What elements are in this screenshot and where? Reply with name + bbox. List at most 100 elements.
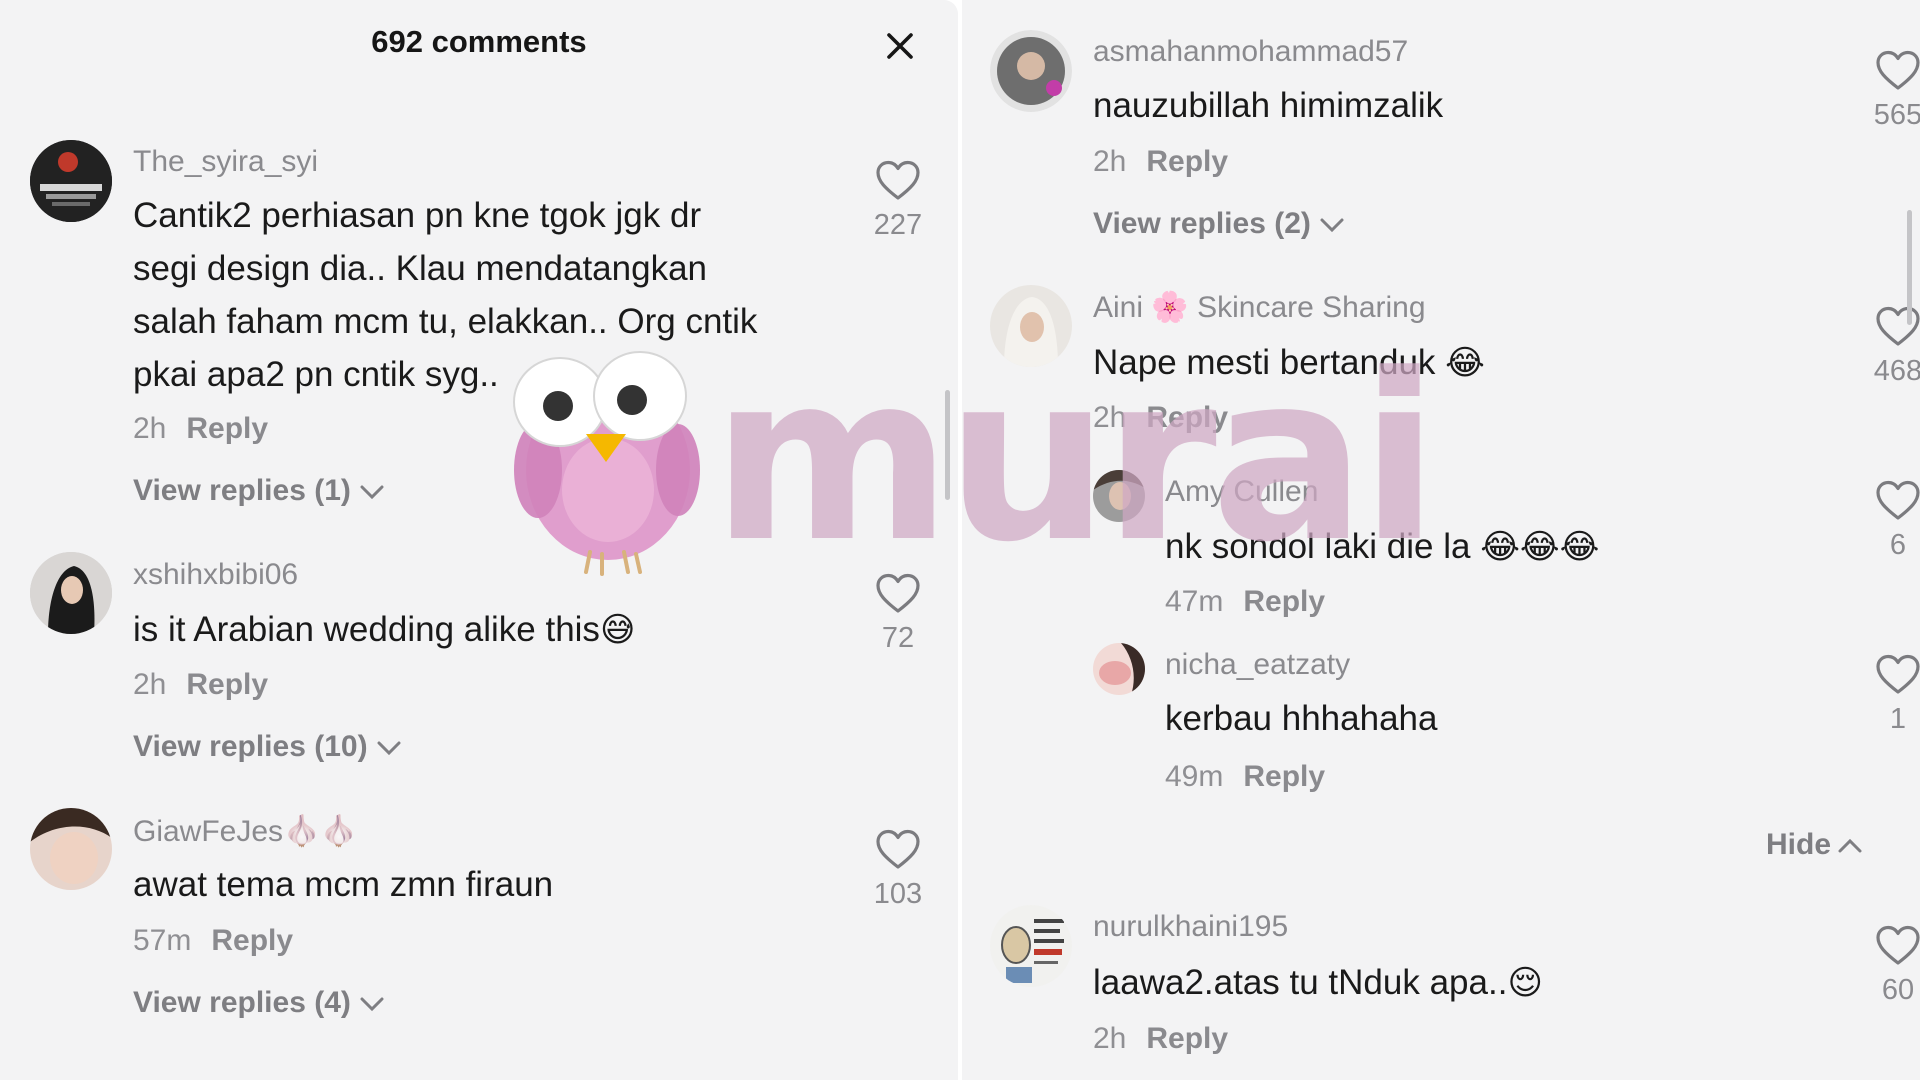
comment-meta: 2h Reply [133,668,268,702]
comment-text-line: Cantik2 perhiasan pn kne tgok jgk dr [133,196,702,235]
view-replies-button[interactable]: View replies (4) [133,986,385,1020]
view-replies-label: View replies (1) [133,474,351,507]
like-button[interactable]: 6 [1858,480,1920,562]
reply-meta: 49m Reply [1165,760,1325,794]
view-replies-button[interactable]: View replies (10) [133,730,402,764]
emoji: 😂😂😂 [1480,528,1600,566]
avatar[interactable] [1093,643,1145,695]
view-replies-button[interactable]: View replies (1) [133,474,385,508]
close-icon [887,33,913,59]
heart-icon [1876,306,1920,346]
comment-username[interactable]: nurulkhaini195 [1093,910,1288,944]
chevron-down-icon [360,997,384,1012]
avatar[interactable] [30,808,112,890]
like-button[interactable]: 565 [1858,50,1920,132]
comments-panel-right: asmahanmohammad57 nauzubillah himimzalik… [962,0,1920,1080]
comment-username[interactable]: xshihxbibi06 [133,558,298,592]
like-button[interactable]: 1 [1858,654,1920,736]
reply-button[interactable]: Reply [186,412,268,445]
like-count: 72 [881,622,915,654]
comment-meta: 2h Reply [1093,401,1228,435]
comments-panel-left: 692 comments The_syira_syi Cantik2 perhi… [0,0,958,1080]
hide-replies-button[interactable]: Hide [1766,828,1863,862]
comments-count-title: 692 comments [371,24,587,59]
comment-username[interactable]: asmahanmohammad57 [1093,35,1408,69]
comment-username[interactable]: Aini 🌸 Skincare Sharing [1093,290,1426,325]
heart-icon [1876,654,1920,694]
like-count: 227 [873,209,923,241]
chevron-up-icon [1838,838,1862,853]
like-count: 565 [1873,99,1920,131]
avatar[interactable] [1093,470,1145,522]
comment-text-line: laawa2.atas tu tNduk apa.. [1093,963,1508,1002]
comment-text: nauzubillah himimzalik [1093,86,1444,125]
chevron-down-icon [1320,218,1344,233]
avatar[interactable] [30,140,112,222]
comment-time: 2h [133,668,167,701]
emoji: 🌸 [1151,291,1189,324]
reply-username[interactable]: Amy Cullen [1165,475,1318,509]
heart-icon [1876,925,1920,965]
comment-text-line: pkai apa2 pn cntik syg.. [133,355,499,394]
reply-button[interactable]: Reply [1146,1022,1228,1055]
heart-icon [1876,480,1920,520]
view-replies-label: View replies (2) [1093,207,1311,240]
comment-username[interactable]: The_syira_syi [133,145,318,179]
comment-time: 57m [133,924,192,957]
like-button[interactable]: 72 [858,573,938,655]
avatar[interactable] [990,285,1072,367]
comment-time: 2h [1093,1022,1127,1055]
reply-button[interactable]: Reply [1146,145,1228,178]
comment-time: 2h [1093,145,1127,178]
hide-label: Hide [1766,828,1832,861]
chevron-down-icon [360,485,384,500]
reply-button[interactable]: Reply [186,668,268,701]
comment-meta: 2h Reply [1093,145,1228,179]
comment-meta: 57m Reply [133,924,293,958]
comment-username-suffix: Skincare Sharing [1197,291,1426,324]
comment-username-text: GiawFeJes [133,815,284,848]
comment-meta: 2h Reply [1093,1022,1228,1056]
like-count: 468 [1873,355,1920,387]
reply-button[interactable]: Reply [1243,585,1325,618]
comment-text-line: salah faham mcm tu, elakkan.. Org cntik [133,302,758,341]
reply-button[interactable]: Reply [1146,401,1228,434]
like-button[interactable]: 103 [858,829,938,911]
emoji: 😌 [1507,964,1543,1002]
avatar[interactable] [30,552,112,634]
comment-text: Nape mesti bertanduk 😂 [1093,336,1485,390]
emoji: 😅 [599,611,636,649]
view-replies-label: View replies (4) [133,986,351,1019]
view-replies-button[interactable]: View replies (2) [1093,207,1345,241]
comment-text: is it Arabian wedding alike this😅 [133,603,635,657]
comment-meta: 2h Reply [133,412,268,446]
comment-time: 2h [1093,401,1127,434]
reply-button[interactable]: Reply [1243,760,1325,793]
reply-time: 47m [1165,585,1224,618]
reply-username[interactable]: nicha_eatzaty [1165,648,1350,682]
close-button[interactable] [882,28,918,64]
heart-icon [876,160,920,200]
comment-username[interactable]: GiawFeJes🧄🧄 [133,814,358,849]
comment-text-line: is it Arabian wedding alike this [133,610,600,649]
comment-text-line: segi design dia.. Klau mendatangkan [133,249,708,288]
avatar[interactable] [990,30,1072,112]
avatar[interactable] [990,905,1072,987]
reply-text-line: nk sondol laki die la [1165,527,1471,566]
comment-time: 2h [133,412,167,445]
view-replies-label: View replies (10) [133,730,368,763]
like-count: 6 [1889,529,1907,561]
comment-text: awat tema mcm zmn firaun [133,865,554,904]
reply-time: 49m [1165,760,1224,793]
comment-text: laawa2.atas tu tNduk apa..😌 [1093,956,1543,1010]
like-button[interactable]: 60 [1858,925,1920,1007]
like-button[interactable]: 227 [858,160,938,242]
emoji: 🧄🧄 [283,815,358,848]
reply-text: kerbau hhhahaha [1165,699,1438,738]
scrollbar[interactable] [1907,210,1912,325]
comment-text-line: Nape mesti bertanduk [1093,343,1436,382]
scrollbar[interactable] [945,390,950,500]
heart-icon [876,829,920,869]
emoji: 😂 [1445,344,1485,382]
reply-button[interactable]: Reply [211,924,293,957]
